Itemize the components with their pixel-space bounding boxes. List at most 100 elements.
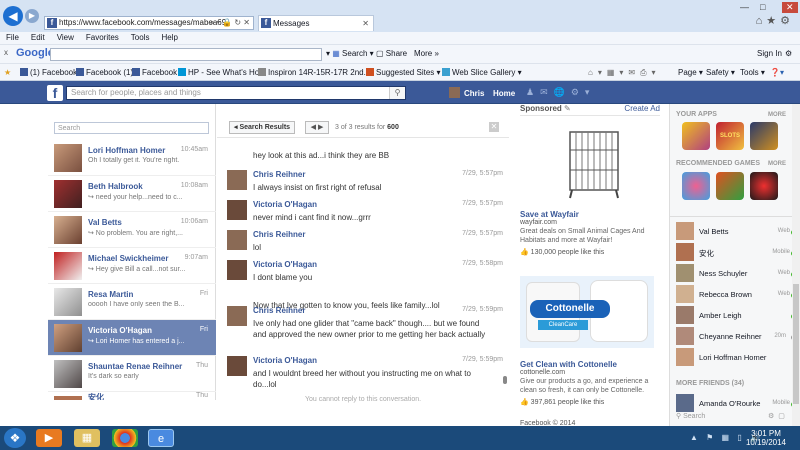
command-bar-icons[interactable]: ⌂▾▦▾✉⎙▾ <box>588 68 661 78</box>
menu-favorites[interactable]: Favorites <box>80 32 125 44</box>
message-sender[interactable]: Chris Reihner <box>253 306 305 315</box>
ad-title[interactable]: Get Clean with Cottonelle <box>520 360 660 369</box>
minimize-icon[interactable]: — <box>740 2 749 12</box>
menu-view[interactable]: View <box>51 32 80 44</box>
tab-messages[interactable]: f Messages ✕ <box>258 15 374 31</box>
fav-link-3[interactable]: Facebook <box>132 68 177 77</box>
thread-item[interactable]: Resa Martin Fri ooooh I have only seen t… <box>48 284 216 320</box>
thread-time: Fri <box>199 290 208 297</box>
profile-link[interactable]: Chris <box>449 87 484 98</box>
close-window-icon[interactable]: ✕ <box>782 2 798 13</box>
url-text: https://www.facebook.com/messages/mabea6… <box>59 18 227 27</box>
chat-contact[interactable]: 安化 Mobile <box>676 243 796 263</box>
games-more-link[interactable]: MORE <box>768 161 786 167</box>
menu-file[interactable]: File <box>0 32 25 44</box>
facebook-search-input[interactable]: Search for people, places and things ⚲ <box>66 86 406 100</box>
app-mahjong-icon[interactable] <box>750 122 778 150</box>
conversation-scrollbar[interactable] <box>503 376 507 384</box>
ad-title[interactable]: Save at Wayfair <box>520 210 660 219</box>
google-search-button[interactable]: ▾ ▦ Search ▾ <box>326 49 374 58</box>
menu-edit[interactable]: Edit <box>25 32 51 44</box>
menu-tools[interactable]: Tools <box>125 32 156 44</box>
close-search-icon[interactable]: ✕ <box>489 122 499 132</box>
chat-contact[interactable]: Amber Leigh <box>676 306 796 326</box>
chat-contact[interactable]: Ness Schuyler Web <box>676 264 796 284</box>
message-sender[interactable]: Victoria O'Hagan <box>253 260 317 269</box>
search-icon[interactable]: ⚲ <box>389 87 405 99</box>
page-scrollbar-thumb[interactable] <box>793 284 799 404</box>
page-scrollbar[interactable] <box>792 104 800 426</box>
chat-contact[interactable]: Amanda O'Rourke Mobile <box>676 394 796 414</box>
like-icon[interactable]: 👍 <box>520 249 529 256</box>
thread-item[interactable]: Val Betts 10:06am ↪ No problem. You are … <box>48 212 216 248</box>
internet-explorer-icon[interactable]: e <box>148 429 174 447</box>
result-pager-arrows[interactable]: ◀ ▶ <box>305 121 329 134</box>
ad-cottonelle[interactable]: Cottonelle CleanCare Get Clean with Cott… <box>520 276 660 406</box>
like-icon[interactable]: 👍 <box>520 399 529 406</box>
menu-help[interactable]: Help <box>155 32 183 44</box>
system-clock[interactable]: 3:01 PM 10/19/2014 <box>746 429 786 447</box>
page-menu[interactable]: Page ▾ <box>678 68 703 77</box>
app-candy-icon[interactable] <box>682 122 710 150</box>
help-icon[interactable]: ❓▾ <box>770 68 784 77</box>
fav-link-2[interactable]: Facebook (1) <box>76 68 133 77</box>
favorites-star-icon[interactable]: ★ <box>4 68 11 77</box>
chrome-icon[interactable] <box>112 429 138 447</box>
close-tab-icon[interactable]: ✕ <box>362 16 369 31</box>
file-explorer-icon[interactable]: ▦ <box>74 429 100 447</box>
notification-icons[interactable]: ♟✉🌐⚙▾ <box>526 87 595 98</box>
message-sender[interactable]: Chris Reihner <box>253 170 305 179</box>
address-controls-icon[interactable]: ⌕ ▾ 🔒 ↻ ✕ <box>210 17 250 29</box>
thread-item[interactable]: Beth Halbrook 10:08am ↪ need your help..… <box>48 176 216 212</box>
google-share-button[interactable]: ▢ Share <box>376 49 407 58</box>
thread-item-selected[interactable]: Victoria O'Hagan Fri ↪ Lori Homer has en… <box>48 320 216 356</box>
wrench-icon[interactable]: ⚙ <box>785 49 792 58</box>
fav-link-4[interactable]: HP - See What's Hot <box>178 68 261 77</box>
thread-search-input[interactable]: Search <box>54 122 209 134</box>
fav-link-5[interactable]: Inspiron 14R-15R-17R 2nd... <box>258 68 370 77</box>
maximize-icon[interactable]: □ <box>760 2 765 12</box>
chat-settings-icons[interactable]: ⚙▢ <box>768 412 789 420</box>
message-sender[interactable]: Victoria O'Hagan <box>253 356 317 365</box>
game-bubble-icon[interactable] <box>682 172 710 200</box>
thread-item[interactable]: Shauntae Renae Reihner Thu It's dark so … <box>48 356 216 392</box>
app-slots-icon[interactable]: SLOTS <box>716 122 744 150</box>
chat-contact[interactable]: Cheyanne Reihner 20m <box>676 327 796 347</box>
fav-link-6[interactable]: Suggested Sites ▾ <box>366 68 441 77</box>
sign-in-link[interactable]: Sign In <box>757 49 782 58</box>
home-star-gear-icons[interactable]: ⌂★⚙ <box>756 14 794 27</box>
message-sender[interactable]: Chris Reihner <box>253 230 305 239</box>
message-sender[interactable]: Victoria O'Hagan <box>253 200 317 209</box>
tools-menu[interactable]: Tools ▾ <box>740 68 765 77</box>
avatar <box>449 87 460 98</box>
game-farm-icon[interactable] <box>716 172 744 200</box>
start-button-icon[interactable]: ❖ <box>4 428 26 448</box>
safety-menu[interactable]: Safety ▾ <box>706 68 735 77</box>
game-gems-icon[interactable] <box>750 172 778 200</box>
fav-link-1[interactable]: (1) Facebook <box>20 68 77 77</box>
fav-link-7[interactable]: Web Slice Gallery ▾ <box>442 68 522 77</box>
chat-contact[interactable]: Rebecca Brown Web <box>676 285 796 305</box>
google-more-button[interactable]: More » <box>414 49 439 58</box>
chat-contact[interactable]: Lori Hoffman Homer <box>676 348 796 368</box>
chat-contact[interactable]: Val Betts Web <box>676 222 796 242</box>
facebook-logo-icon[interactable]: f <box>47 85 63 101</box>
close-toolbar-icon[interactable]: x <box>4 48 8 57</box>
thread-item[interactable]: Michael Swickheimer 9:07am ↪ Hey give Bi… <box>48 248 216 284</box>
back-arrow-icon[interactable]: ◀ <box>3 6 23 26</box>
create-ad-link[interactable]: Create Ad <box>624 104 660 113</box>
message-time: 7/29, 5:57pm <box>462 200 503 207</box>
forward-arrow-icon[interactable]: ▶ <box>25 9 39 23</box>
search-results-button[interactable]: ◂ Search Results <box>229 121 296 134</box>
apps-more-link[interactable]: MORE <box>768 112 786 118</box>
thread-item[interactable]: 安化 Thu <box>48 392 216 400</box>
ad-wayfair[interactable]: Save at Wayfair wayfair.com Great deals … <box>520 128 660 256</box>
media-player-icon[interactable]: ▶ <box>36 429 62 447</box>
thread-item[interactable]: Lori Hoffman Homer 10:45am Oh I totally … <box>48 140 216 176</box>
message-text: I dont blame you <box>253 273 313 282</box>
result-query: 600 <box>387 124 399 131</box>
google-search-input[interactable] <box>50 48 322 61</box>
address-bar[interactable]: f https://www.facebook.com/messages/mabe… <box>44 16 254 30</box>
chat-search[interactable]: ⚲ Search ⚙▢ <box>676 412 785 420</box>
home-link[interactable]: Home <box>493 89 515 98</box>
